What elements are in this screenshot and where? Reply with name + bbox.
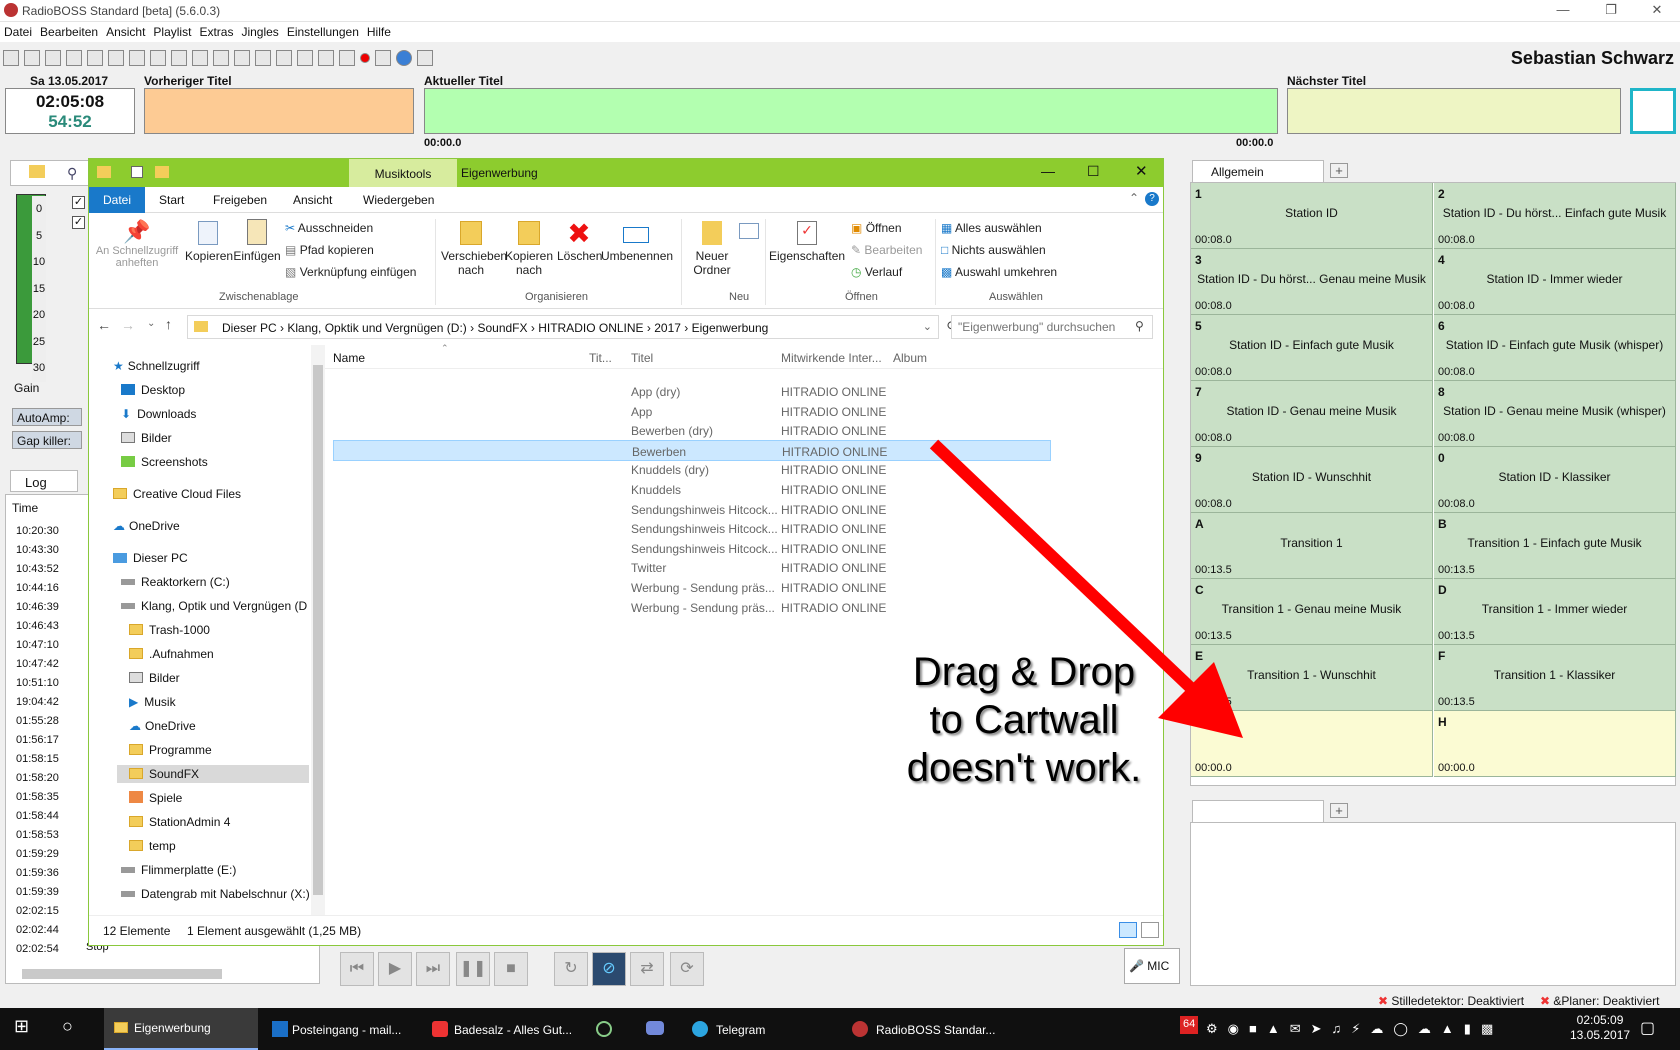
vivaldi-icon	[432, 1021, 448, 1037]
notification-icon[interactable]: ▢	[1640, 1008, 1655, 1050]
telegram-icon	[692, 1021, 708, 1037]
taskbar-discord-icon[interactable]	[646, 1008, 664, 1050]
annotation-arrow-overlay	[929, 439, 1243, 738]
taskbar-vivaldi[interactable]: Badesalz - Alles Gut...	[428, 1008, 578, 1050]
outlook-icon	[272, 1021, 288, 1037]
search-circle-icon[interactable]: ○	[62, 1008, 73, 1050]
radioboss-icon	[852, 1021, 868, 1037]
taskbar-outlook[interactable]: Posteingang - mail...	[268, 1008, 418, 1050]
start-windows-icon[interactable]: ⊞	[14, 1008, 29, 1050]
taskbar-clock[interactable]: 02:05:09 13.05.2017	[1570, 1008, 1630, 1050]
system-tray-icons[interactable]: ⚙◉■▲✉➤♫⚡☁◯☁▲▮▩	[1206, 1008, 1503, 1050]
taskbar-explorer[interactable]: Eigenwerbung	[104, 1008, 258, 1050]
windows-taskbar: ⊞ ○ Eigenwerbung Posteingang - mail... B…	[0, 1008, 1680, 1050]
annotation-text: Drag & Drop to Cartwall doesn't work.	[906, 650, 1142, 790]
taskbar-app4-icon[interactable]	[596, 1008, 612, 1050]
taskbar-radioboss[interactable]: RadioBOSS Standar...	[846, 1008, 996, 1050]
taskbar-telegram[interactable]: Telegram	[686, 1008, 836, 1050]
tray-badge[interactable]: 64	[1180, 1016, 1199, 1034]
taskbar-folder-icon	[114, 1022, 128, 1033]
